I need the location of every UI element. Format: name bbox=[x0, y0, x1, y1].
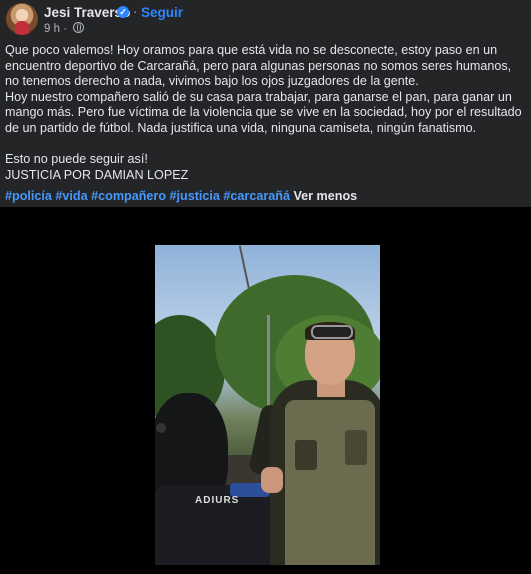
tactical-vest bbox=[285, 400, 375, 565]
post-media[interactable]: ADIURS bbox=[0, 207, 531, 574]
post-paragraph: Esto no puede seguir así! bbox=[5, 152, 148, 166]
post-time[interactable]: 9 h bbox=[44, 23, 60, 35]
post-photo[interactable]: ADIURS bbox=[155, 245, 380, 565]
hashtag-line: #policía #vida #compañero #justicia #car… bbox=[5, 189, 527, 205]
hashtag-link[interactable]: #policía bbox=[5, 189, 52, 203]
separator-dot: · bbox=[133, 4, 138, 19]
post-paragraph: JUSTICIA POR DAMIAN LOPEZ bbox=[5, 167, 189, 182]
post-header: Jesi Traverso ✓ · Seguir 9 h · bbox=[0, 0, 531, 40]
globe-icon bbox=[73, 22, 85, 33]
verified-badge-icon: ✓ bbox=[117, 6, 129, 18]
time-separator: · bbox=[63, 23, 68, 35]
post-meta: 9 h · bbox=[44, 22, 85, 35]
hashtag-link[interactable]: #carcarañá bbox=[223, 189, 290, 203]
hand-gesture bbox=[261, 467, 283, 493]
post-text: Que poco valemos! Hoy oramos para que es… bbox=[5, 43, 527, 205]
follow-button[interactable]: Seguir bbox=[141, 5, 183, 20]
sunglasses bbox=[311, 325, 353, 339]
post-paragraph: Hoy nuestro compañero salió de su casa p… bbox=[5, 89, 522, 135]
hashtag-link[interactable]: #justicia bbox=[170, 189, 220, 203]
hashtag-link[interactable]: #compañero bbox=[91, 189, 166, 203]
hashtag-link[interactable]: #vida bbox=[55, 189, 87, 203]
see-less-link[interactable]: Ver menos bbox=[293, 189, 357, 203]
post-paragraph: Que poco valemos! Hoy oramos para que es… bbox=[5, 43, 512, 88]
avatar[interactable] bbox=[6, 3, 38, 35]
motorcycle-label: ADIURS bbox=[195, 495, 240, 506]
